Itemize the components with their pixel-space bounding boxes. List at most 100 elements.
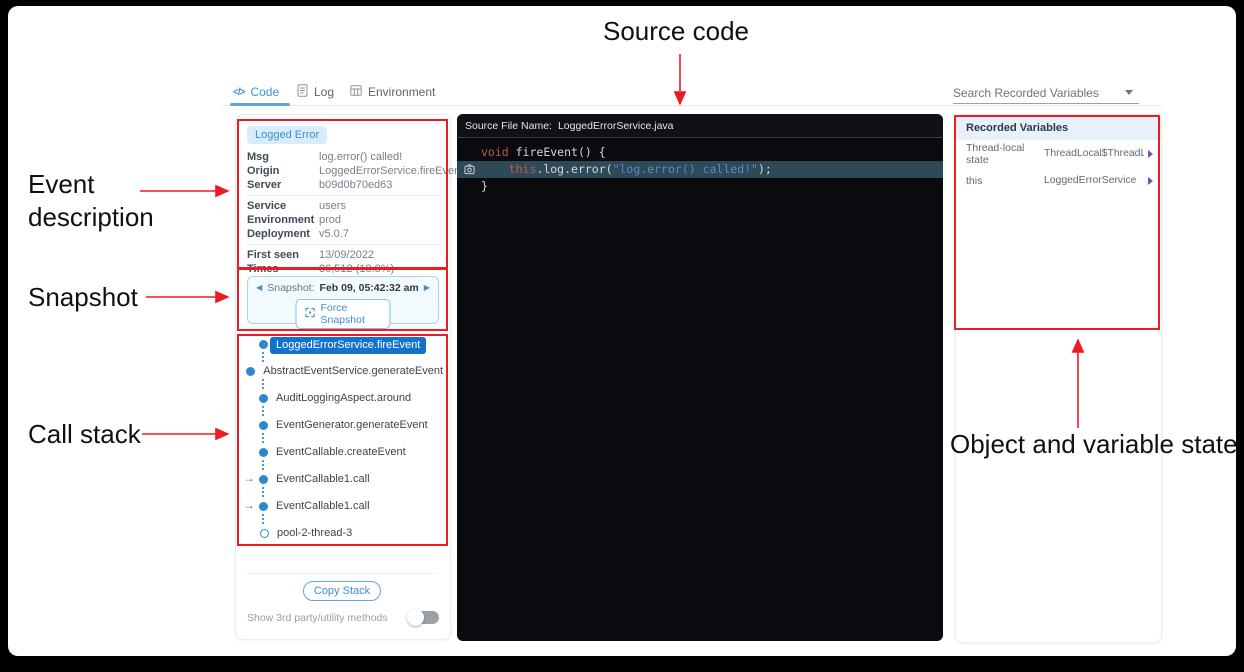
- code-token: }: [481, 178, 488, 195]
- code-token: fireEvent() {: [509, 144, 606, 161]
- variable-value: ThreadLocal$ThreadL...: [1044, 148, 1144, 159]
- call-stack-list: LoggedErrorService.fireEvent AbstractEven…: [243, 337, 443, 553]
- divider: [247, 195, 439, 196]
- frame-dot-icon: [259, 421, 268, 430]
- divider: [247, 244, 439, 245]
- tab-code-label: Code: [250, 85, 279, 99]
- divider: [247, 573, 437, 574]
- copy-stack-button[interactable]: Copy Stack: [303, 581, 381, 601]
- snapshot-label: Snapshot:: [267, 282, 314, 294]
- frame-dot-icon: [246, 367, 255, 376]
- call-stack-frame[interactable]: pool-2-thread-3: [243, 526, 443, 553]
- code-line: this.log.error("log.error() called!");: [457, 161, 943, 178]
- frame-label[interactable]: AuditLoggingAspect.around: [276, 391, 411, 406]
- source-file-name: LoggedErrorService.java: [558, 120, 674, 132]
- snapshot-timestamp: Feb 09, 05:42:32 am: [320, 282, 419, 294]
- recorded-variables-panel: Recorded Variables Thread-local stateThr…: [955, 114, 1162, 643]
- frame-label[interactable]: EventCallable.createEvent: [276, 445, 406, 460]
- call-stack-frame[interactable]: AbstractEventService.generateEvent: [243, 364, 443, 391]
- variable-row[interactable]: Thread-local stateThreadLocal$ThreadL...: [956, 140, 1161, 167]
- annotation-source-code: Source code: [556, 15, 796, 48]
- call-stack-frame[interactable]: →EventCallable1.call: [243, 472, 443, 499]
- event-field-value: 13/09/2022: [319, 248, 374, 262]
- event-field-row: Times86,512 (18.8%): [247, 262, 439, 276]
- call-stack-frame[interactable]: AuditLoggingAspect.around: [243, 391, 443, 418]
- frame-dot-icon: [259, 394, 268, 403]
- frame-label[interactable]: EventCallable1.call: [276, 499, 370, 514]
- call-stack-frame[interactable]: EventGenerator.generateEvent: [243, 418, 443, 445]
- tab-environment[interactable]: Environment: [350, 85, 435, 99]
- code-token: "log.error() called!": [613, 161, 758, 178]
- frame-dot-icon: [259, 448, 268, 457]
- frame-label[interactable]: EventGenerator.generateEvent: [276, 418, 428, 433]
- search-select-label: Search Recorded Variables: [953, 86, 1099, 100]
- event-field-value: v5.0.7: [319, 227, 349, 241]
- event-field-key: Service: [247, 199, 319, 213]
- event-fields: Msglog.error() called!OriginLoggedErrorS…: [247, 150, 439, 276]
- recorded-variables-rows: Thread-local stateThreadLocal$ThreadL...…: [956, 140, 1161, 194]
- event-type-badge: Logged Error: [247, 126, 327, 144]
- call-stack-frame[interactable]: EventCallable.createEvent: [243, 445, 443, 472]
- frame-dot-icon: [259, 340, 268, 349]
- frame-label[interactable]: EventCallable1.call: [276, 472, 370, 487]
- third-party-toggle-label: Show 3rd party/utility methods: [247, 612, 388, 624]
- event-field-value: 86,512 (18.8%): [319, 262, 394, 276]
- jump-arrow-icon: →: [243, 499, 259, 512]
- event-field-key: Server: [247, 178, 319, 192]
- event-field-row: Deploymentv5.0.7: [247, 227, 439, 241]
- active-tab-underline: [230, 103, 290, 106]
- frame-dot-icon: [260, 529, 269, 538]
- event-field-value: prod: [319, 213, 341, 227]
- event-field-row: Serverb09d0b70ed63: [247, 178, 439, 192]
- code-line: }: [457, 178, 943, 195]
- tab-environment-label: Environment: [368, 85, 435, 99]
- tab-log[interactable]: Log: [297, 84, 334, 100]
- call-stack-frame[interactable]: LoggedErrorService.fireEvent: [243, 337, 443, 364]
- editor-header: Source File Name: LoggedErrorService.jav…: [457, 114, 943, 138]
- variable-name: this: [966, 175, 1044, 187]
- tab-code[interactable]: </> Code: [233, 85, 279, 99]
- next-snapshot-icon[interactable]: ▶: [424, 283, 430, 293]
- annotation-object-state: Object and variable state: [950, 428, 1244, 461]
- recorded-variables-header: Recorded Variables: [956, 115, 1161, 140]
- variable-row[interactable]: thisLoggedErrorService: [956, 167, 1161, 194]
- annotation-event-description: Event description: [28, 168, 203, 234]
- search-recorded-variables-select[interactable]: Search Recorded Variables: [953, 82, 1139, 104]
- event-field-value: LoggedErrorService.fireEvent: [319, 164, 463, 178]
- capture-frame-icon: [305, 307, 316, 321]
- tab-log-label: Log: [314, 85, 334, 99]
- code-token: void: [481, 144, 509, 161]
- annotation-call-stack: Call stack: [28, 418, 141, 451]
- tabbar-divider: [222, 105, 1162, 106]
- event-field-row: Environmentprod: [247, 213, 439, 227]
- third-party-toggle-switch[interactable]: [409, 611, 439, 624]
- event-field-value: log.error() called!: [319, 150, 402, 164]
- event-field-value: users: [319, 199, 346, 213]
- source-file-name-label: Source File Name:: [465, 120, 552, 132]
- code-token: .log.error(: [536, 161, 612, 178]
- event-field-key: Origin: [247, 164, 319, 178]
- call-stack-frame[interactable]: → EventCallable1.call: [243, 499, 443, 526]
- code-area: void fireEvent() { this.log.error("log.e…: [457, 144, 943, 195]
- expand-arrow-icon[interactable]: [1148, 150, 1153, 158]
- snapshot-nav-row: ◀ Snapshot: Feb 09, 05:42:32 am ▶: [248, 282, 438, 294]
- source-editor: Source File Name: LoggedErrorService.jav…: [457, 114, 943, 641]
- force-snapshot-button[interactable]: Force Snapshot: [296, 299, 391, 329]
- event-field-key: Deployment: [247, 227, 319, 241]
- frame-label[interactable]: LoggedErrorService.fireEvent: [270, 337, 426, 354]
- event-field-row: First seen13/09/2022: [247, 248, 439, 262]
- variable-value: LoggedErrorService: [1044, 175, 1144, 186]
- variable-name: Thread-local state: [966, 142, 1044, 166]
- code-token: [481, 161, 509, 178]
- snapshot-camera-icon[interactable]: [457, 164, 481, 175]
- prev-snapshot-icon[interactable]: ◀: [256, 283, 262, 293]
- log-icon: [297, 84, 308, 100]
- event-field-row: Msglog.error() called!: [247, 150, 439, 164]
- event-field-key: Environment: [247, 213, 319, 227]
- frame-label[interactable]: pool-2-thread-3: [277, 526, 352, 541]
- code-token: this: [509, 161, 537, 178]
- frame-label[interactable]: AbstractEventService.generateEvent: [263, 364, 443, 379]
- code-line: void fireEvent() {: [457, 144, 943, 161]
- expand-arrow-icon[interactable]: [1148, 177, 1153, 185]
- event-field-key: First seen: [247, 248, 319, 262]
